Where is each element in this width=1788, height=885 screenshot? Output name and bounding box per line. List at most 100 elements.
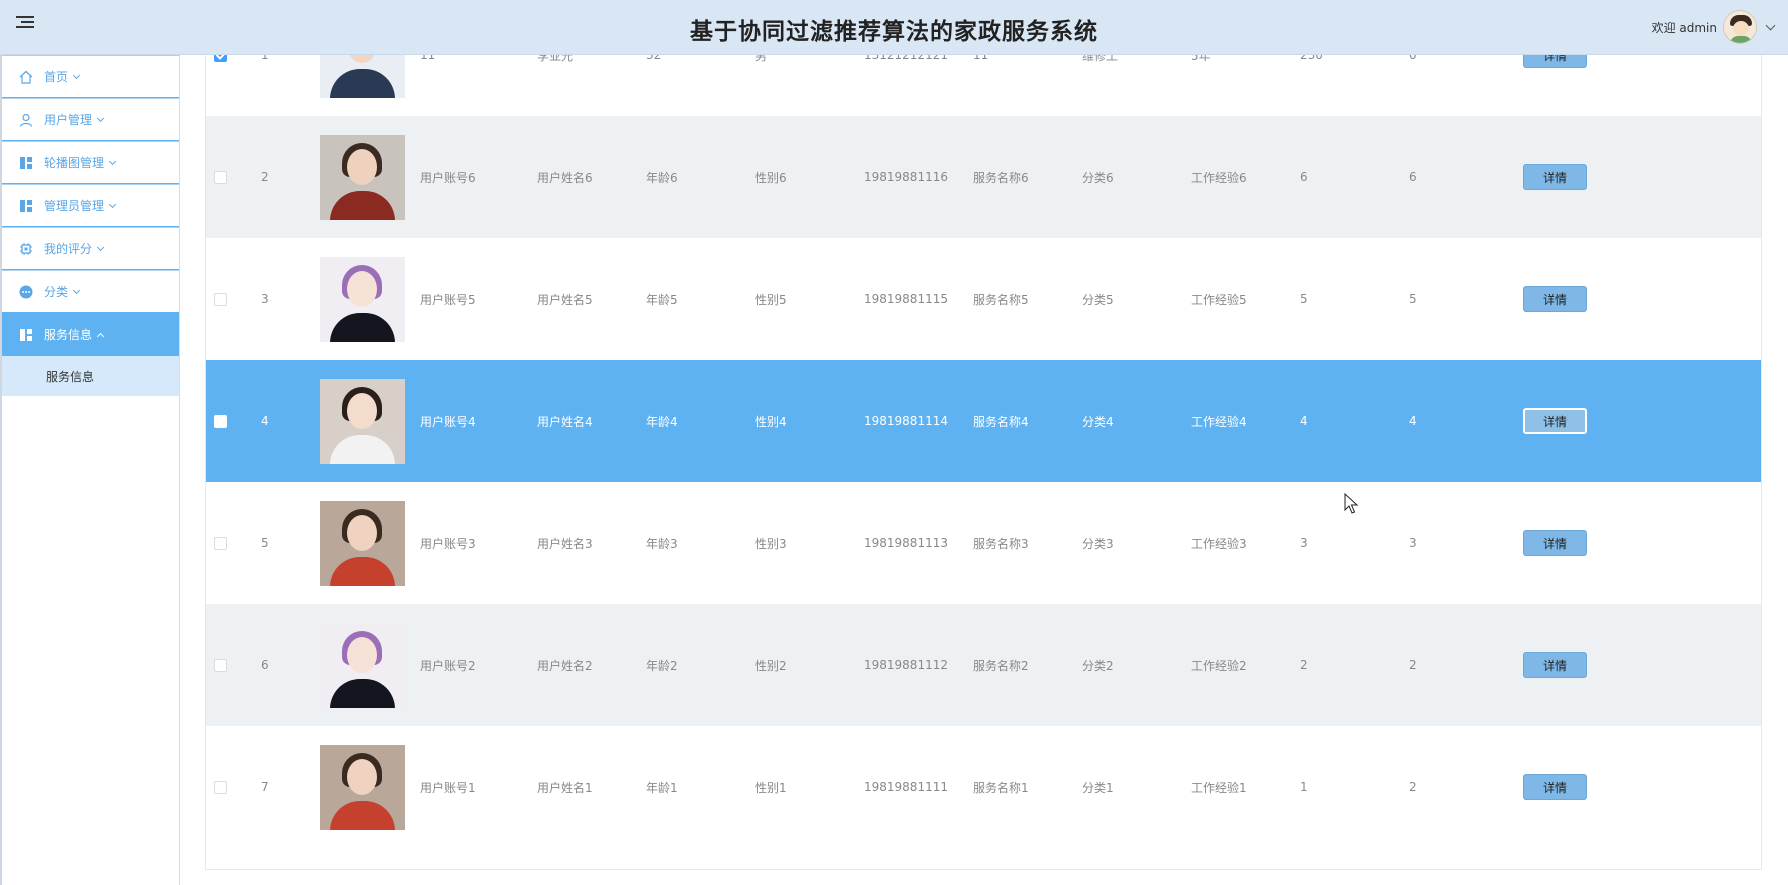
- cell-price: 230: [1300, 55, 1323, 62]
- table-row[interactable]: 6 用户账号2 用户姓名2 年龄2 性别2 19819881112 服务名称2 分类2 工作经验…: [206, 604, 1761, 726]
- sidebar-item-category[interactable]: 分类: [2, 270, 179, 313]
- cell-account: 用户账号5: [420, 292, 476, 307]
- layout-icon: [18, 155, 34, 171]
- row-checkbox[interactable]: [214, 414, 227, 428]
- page-title: 基于协同过滤推荐算法的家政服务系统: [690, 19, 1098, 45]
- cell-name: 用户姓名3: [537, 536, 593, 551]
- sidebar-item-home[interactable]: 首页: [2, 55, 179, 98]
- table-row[interactable]: 7 用户账号1 用户姓名1 年龄1 性别1 19819881111 服务名称1 分类1 工作经验…: [206, 726, 1761, 848]
- cell-name: 用户姓名6: [537, 170, 593, 185]
- cell-phone: 19819881112: [864, 658, 948, 672]
- sidebar-item-service-info[interactable]: 服务信息: [2, 313, 179, 356]
- cell-price: 3: [1300, 536, 1308, 550]
- sidebar-item-admins[interactable]: 管理员管理: [2, 184, 179, 227]
- row-checkbox[interactable]: [214, 55, 227, 62]
- chevron-down-icon: [108, 157, 117, 165]
- worker-photo: [320, 134, 405, 220]
- sidebar-item-carousel[interactable]: 轮播图管理: [2, 141, 179, 184]
- cell-account: 用户账号6: [420, 170, 476, 185]
- cell-category: 分类5: [1082, 292, 1114, 307]
- cell-account: 用户账号2: [420, 658, 476, 673]
- chevron-down-icon: [96, 243, 105, 251]
- mouse-cursor-icon: [1344, 493, 1359, 514]
- worker-photo: [320, 55, 405, 98]
- sidebar-item-label: 首页: [44, 70, 69, 84]
- cell-age: 年龄3: [646, 536, 678, 551]
- cell-account: 11: [420, 55, 436, 62]
- sidebar-item-label: 轮播图管理: [44, 156, 105, 170]
- worker-photo: [320, 622, 405, 708]
- cell-gender: 性别3: [755, 536, 787, 551]
- user-menu[interactable]: 欢迎 admin: [1651, 10, 1776, 44]
- cell-experience: 工作经验6: [1191, 170, 1247, 185]
- chevron-down-icon: [72, 71, 81, 79]
- worker-photo: [320, 500, 405, 586]
- cell-name: 用户姓名4: [537, 414, 593, 429]
- cell-count: 4: [1409, 414, 1417, 428]
- detail-button[interactable]: 详情: [1523, 408, 1587, 434]
- table-row[interactable]: 5 用户账号3 用户姓名3 年龄3 性别3 19819881113 服务名称3 分类3 工作经验…: [206, 482, 1761, 604]
- cell-phone: 19819881114: [864, 414, 948, 428]
- row-index: 3: [261, 292, 269, 306]
- cell-age: 年龄1: [646, 780, 678, 795]
- detail-button[interactable]: 详情: [1523, 774, 1587, 800]
- chip-icon: [18, 241, 34, 257]
- row-checkbox[interactable]: [214, 536, 227, 550]
- cell-age: 年龄4: [646, 414, 678, 429]
- cell-count: 3: [1409, 536, 1417, 550]
- cell-service: 服务名称2: [973, 658, 1029, 673]
- cell-service: 11: [973, 55, 989, 62]
- row-checkbox[interactable]: [214, 170, 227, 184]
- avatar[interactable]: [1723, 10, 1757, 44]
- cell-price: 5: [1300, 292, 1308, 306]
- sidebar-item-label: 用户管理: [44, 113, 93, 127]
- layout-icon: [18, 198, 34, 214]
- cell-count: 6: [1409, 170, 1417, 184]
- detail-button[interactable]: 详情: [1523, 652, 1587, 678]
- sidebar-item-label: 服务信息: [44, 328, 93, 342]
- cell-age: 年龄2: [646, 658, 678, 673]
- cell-gender: 性别1: [755, 780, 787, 795]
- sidebar-item-ratings[interactable]: 我的评分: [2, 227, 179, 270]
- detail-button[interactable]: 详情: [1523, 286, 1587, 312]
- chevron-down-icon: [96, 114, 105, 122]
- cell-gender: 性别5: [755, 292, 787, 307]
- sidebar-item-users[interactable]: 用户管理: [2, 98, 179, 141]
- cell-experience: 工作经验5: [1191, 292, 1247, 307]
- cell-phone: 19819881115: [864, 292, 948, 306]
- cell-account: 用户账号3: [420, 536, 476, 551]
- detail-button[interactable]: 详情: [1523, 530, 1587, 556]
- cell-age: 年龄6: [646, 170, 678, 185]
- cell-price: 2: [1300, 658, 1308, 672]
- table-row[interactable]: 4 用户账号4 用户姓名4 年龄4 性别4 19819881114 服务名称4 分类4 工作经验…: [206, 360, 1761, 482]
- chevron-down-icon: [108, 200, 117, 208]
- table-row[interactable]: 1 11 李亚光 32 男 13121212121 11 维修工 5年 230 0 详情: [206, 55, 1761, 116]
- sidebar-item-label: 管理员管理: [44, 199, 105, 213]
- row-checkbox[interactable]: [214, 292, 227, 306]
- user-icon: [18, 112, 34, 128]
- row-checkbox[interactable]: [214, 658, 227, 672]
- cell-price: 4: [1300, 414, 1308, 428]
- row-index: 7: [261, 780, 269, 794]
- sidebar-subitem-service-info[interactable]: 服务信息: [2, 356, 179, 396]
- service-table: 1 11 李亚光 32 男 13121212121 11 维修工 5年 230 0 详情 2 用户账号6 用…: [205, 55, 1762, 870]
- welcome-text: 欢迎 admin: [1651, 20, 1717, 35]
- table-row[interactable]: 2 用户账号6 用户姓名6 年龄6 性别6 19819881116 服务名称6 分类6 工作经验…: [206, 116, 1761, 238]
- row-index: 5: [261, 536, 269, 550]
- table-row[interactable]: 3 用户账号5 用户姓名5 年龄5 性别5 19819881115 服务名称5 分类5 工作经验…: [206, 238, 1761, 360]
- sidebar: 首页 用户管理 轮播图管理 管理员管理 我的评分 分类 服务信息 服务信息: [0, 55, 180, 885]
- cell-age: 32: [646, 55, 662, 62]
- cell-service: 服务名称1: [973, 780, 1029, 795]
- worker-photo: [320, 744, 405, 830]
- cell-count: 2: [1409, 658, 1417, 672]
- detail-button[interactable]: 详情: [1523, 164, 1587, 190]
- detail-button[interactable]: 详情: [1523, 55, 1587, 68]
- cell-age: 年龄5: [646, 292, 678, 307]
- chevron-down-icon[interactable]: [1765, 20, 1776, 30]
- cell-category: 分类2: [1082, 658, 1114, 673]
- cell-gender: 性别4: [755, 414, 787, 429]
- cell-count: 0: [1409, 55, 1417, 62]
- cell-price: 1: [1300, 780, 1308, 794]
- chevron-down-icon: [72, 286, 81, 294]
- row-checkbox[interactable]: [214, 780, 227, 794]
